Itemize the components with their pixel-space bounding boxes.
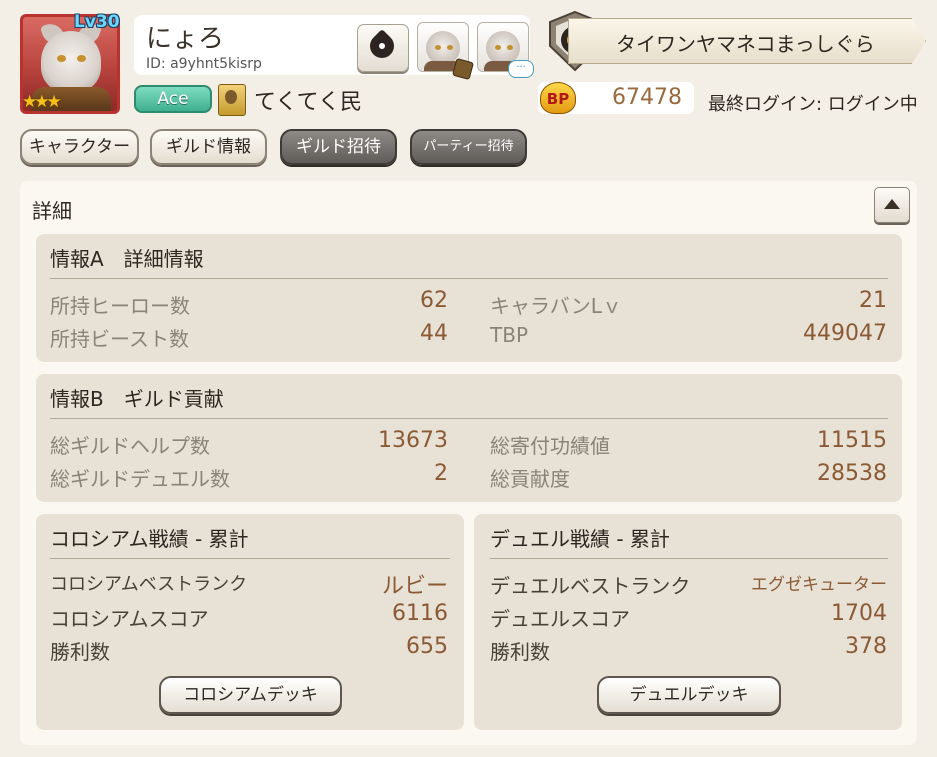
info-b-title: 情報B ギルド貢献	[50, 387, 224, 411]
player-level: Lv30	[74, 12, 120, 32]
tab-party-invite[interactable]: パーティー招待	[410, 129, 527, 165]
stat-label: 所持ヒーロー数	[50, 294, 190, 318]
stat-label: デュエルスコア	[490, 607, 630, 631]
stat-value: エグゼキューター	[751, 575, 887, 595]
eye-icon	[447, 45, 453, 50]
stat-value: 1704	[831, 601, 887, 626]
edit-profile-button[interactable]	[357, 24, 409, 72]
stat-label: 総貢献度	[490, 467, 570, 491]
stat-value: 13673	[378, 428, 448, 453]
detail-title: 詳細	[32, 199, 72, 223]
guild-name: タイワンヤマネコまっしぐら	[616, 32, 875, 56]
rank-badge: Ace	[134, 85, 212, 113]
stat-label: コロシアムベストランク	[50, 574, 248, 595]
stat-label: コロシアムスコア	[50, 607, 209, 631]
info-a-title: 情報A 詳細情報	[50, 247, 204, 271]
stat-value: 21	[859, 288, 887, 313]
stat-label: 所持ビースト数	[50, 327, 189, 351]
stat-label: デュエルベストランク	[490, 574, 691, 598]
divider	[50, 418, 888, 419]
divider	[490, 558, 888, 559]
duel-title: デュエル戦績 - 累計	[490, 527, 670, 551]
avatar-eye	[77, 55, 86, 62]
stat-value: 11515	[817, 428, 887, 453]
stat-value: 28538	[817, 461, 887, 486]
divider	[50, 278, 888, 279]
avatar-face	[41, 31, 101, 93]
stat-label: 総寄付功績値	[490, 434, 610, 458]
eye-icon	[507, 45, 513, 50]
bag-icon	[451, 57, 475, 81]
pen-nib-icon	[365, 29, 399, 63]
stat-label: キャラバンLｖ	[490, 294, 622, 318]
eye-icon	[495, 45, 501, 50]
bp-icon: BP	[540, 82, 576, 114]
stat-value: 44	[420, 321, 448, 346]
stat-label: 勝利数	[50, 640, 110, 664]
avatar-eye	[57, 55, 66, 62]
stat-value: 655	[406, 634, 448, 659]
collapse-button[interactable]	[874, 187, 910, 223]
stat-label: 総ギルドヘルプ数	[50, 434, 210, 458]
tab-guild-info[interactable]: ギルド情報	[150, 129, 267, 165]
player-title: てくてく民	[254, 90, 363, 115]
player-name: にょろ	[146, 24, 225, 54]
stat-value: 449047	[803, 321, 887, 346]
chat-bubble-icon: ···	[508, 60, 534, 78]
eye-icon	[435, 45, 441, 50]
stat-value: 6116	[392, 601, 448, 626]
duel-deck-button[interactable]: デュエルデッキ	[597, 676, 781, 714]
bp-value: 67478	[612, 85, 682, 110]
colosseum-deck-button[interactable]: コロシアムデッキ	[159, 676, 342, 714]
title-emblem-icon	[218, 84, 246, 116]
stat-value: ルビー	[381, 574, 448, 599]
player-id: ID: a9yhnt5kisrp	[146, 56, 262, 72]
stat-value: 62	[420, 288, 448, 313]
colosseum-title: コロシアム戦績 - 累計	[50, 527, 249, 551]
rarity-stars-icon: ★★★	[22, 92, 62, 112]
stat-value: 378	[845, 634, 887, 659]
stat-label: TBP	[490, 323, 528, 347]
stat-label: 総ギルドデュエル数	[50, 467, 230, 491]
divider	[50, 558, 450, 559]
tab-guild-invite[interactable]: ギルド招待	[280, 129, 397, 165]
last-login-status: 最終ログイン: ログイン中	[708, 94, 918, 115]
tab-character[interactable]: キャラクター	[20, 129, 139, 165]
stat-label: 勝利数	[490, 640, 550, 664]
stat-value: 2	[434, 461, 448, 486]
